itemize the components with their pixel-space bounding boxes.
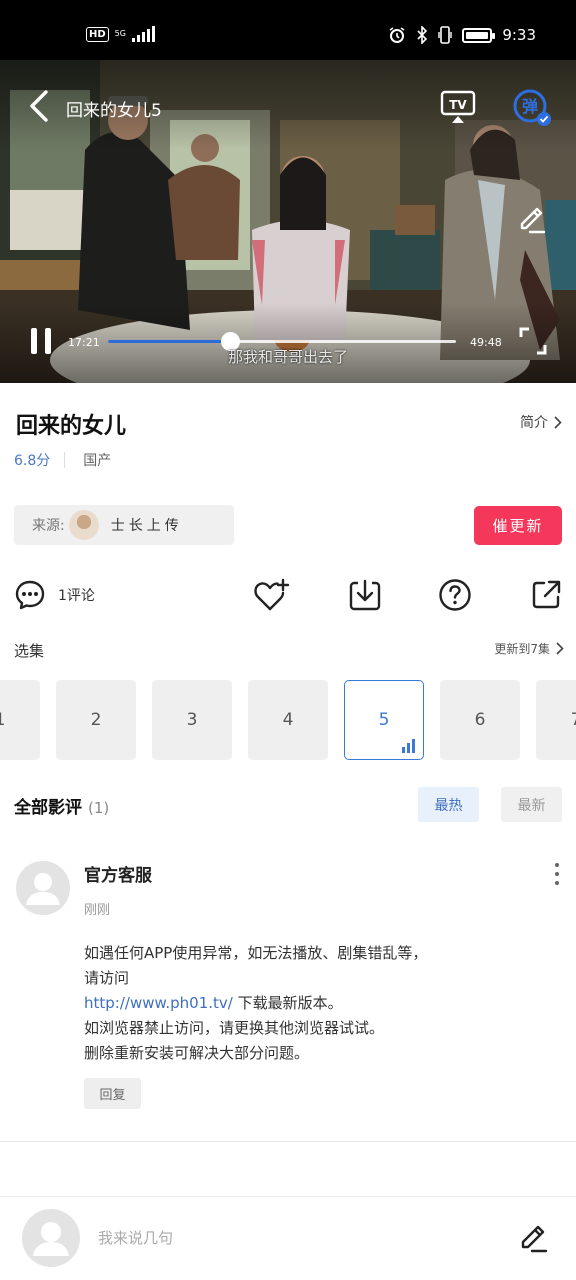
uploader-name: 士长上传 (110, 518, 183, 534)
fullscreen-icon[interactable] (518, 326, 548, 356)
alarm-icon (389, 27, 405, 43)
episode-item-current[interactable]: 5 (344, 680, 424, 760)
status-bar: HD 5G 9:33 (0, 0, 576, 60)
comment-time: 刚刚 (84, 903, 111, 918)
subtitle-text: 那我和哥哥出去了 (227, 348, 348, 366)
video-player[interactable]: 回来的女儿5 TV 弹 17:21 49:48 那我和哥哥出去了 (0, 60, 576, 383)
share-icon (532, 580, 561, 609)
danmaku-toggle[interactable]: 弹 (512, 88, 552, 128)
comment-count: 1评论 (58, 588, 95, 604)
danmaku-edit-icon[interactable] (516, 204, 548, 236)
episode-item[interactable]: 7 (536, 680, 576, 760)
playing-icon (402, 739, 415, 753)
help-button[interactable] (438, 574, 472, 616)
episodes-update-link[interactable]: 更新到7集 (494, 640, 564, 657)
reviews-title: 全部影评 (1) (14, 798, 110, 818)
download-button[interactable] (348, 574, 382, 616)
clock: 9:33 (502, 26, 536, 44)
vibrate-icon (438, 26, 453, 44)
comments-button[interactable]: 1评论 (14, 574, 95, 616)
show-region: 国产 (83, 453, 112, 469)
network-type: 5G (114, 29, 126, 38)
episode-item[interactable]: 1 (0, 680, 40, 760)
show-meta: 6.8分 国产 (14, 450, 111, 470)
svg-text:TV: TV (449, 98, 467, 112)
more-icon[interactable] (554, 863, 560, 885)
hd-icon: HD (86, 26, 109, 42)
show-score: 6.8分 (14, 453, 51, 469)
back-icon[interactable] (24, 88, 54, 124)
comment-body: 如遇任何APP使用异常，如无法播放、剧集错乱等， 请访问 http://www.… (84, 944, 428, 1062)
danmaku-icon: 弹 (513, 89, 551, 126)
episode-item[interactable]: 4 (248, 680, 328, 760)
video-title: 回来的女儿5 (66, 101, 162, 121)
pencil-icon[interactable] (518, 1223, 550, 1255)
episodes-label: 选集 (14, 642, 45, 660)
chevron-right-icon (554, 415, 562, 429)
comment-author: 官方客服 (84, 866, 152, 886)
heart-add-icon (254, 578, 290, 611)
reviews-count: (1) (88, 799, 110, 817)
reply-button[interactable]: 回复 (84, 1078, 141, 1109)
source-label: 来源: (32, 518, 65, 534)
episode-item[interactable]: 2 (56, 680, 136, 760)
episode-list[interactable]: 1 2 3 4 5 6 7 (0, 680, 576, 760)
intro-link[interactable]: 简介 (520, 412, 562, 432)
user-icon (26, 873, 60, 905)
my-avatar[interactable] (22, 1209, 80, 1267)
comment-item: 官方客服 刚刚 如遇任何APP使用异常，如无法播放、剧集错乱等， 请访问 htt… (0, 845, 576, 1141)
sort-hot-button[interactable]: 最热 (418, 787, 479, 822)
uploader-avatar (68, 510, 99, 540)
comment-input-bar: 我来说几句 (0, 1196, 576, 1280)
urge-update-button[interactable]: 催更新 (474, 506, 562, 545)
sort-new-button[interactable]: 最新 (501, 787, 562, 822)
show-title: 回来的女儿 (16, 414, 127, 439)
episode-item[interactable]: 6 (440, 680, 520, 760)
battery-icon (462, 27, 496, 43)
source-info[interactable]: 来源: 士长上传 (14, 505, 234, 545)
favorite-button[interactable] (254, 574, 290, 616)
signal-icon (131, 26, 155, 42)
chevron-right-icon (556, 642, 564, 655)
user-icon (33, 1222, 69, 1256)
divider (0, 1141, 576, 1142)
tv-cast-icon[interactable]: TV (440, 90, 476, 124)
comment-input[interactable]: 我来说几句 (98, 1227, 173, 1248)
progress-bar[interactable] (108, 332, 456, 351)
comment-link[interactable]: http://www.ph01.tv/ (84, 994, 233, 1012)
avatar[interactable] (16, 861, 70, 915)
help-icon (439, 579, 471, 611)
bluetooth-icon (417, 26, 428, 44)
share-button[interactable] (530, 574, 562, 616)
svg-text:弹: 弹 (522, 97, 538, 116)
episode-item[interactable]: 3 (152, 680, 232, 760)
comment-icon (15, 580, 45, 610)
download-icon (349, 579, 381, 611)
action-bar: 1评论 (0, 574, 576, 616)
